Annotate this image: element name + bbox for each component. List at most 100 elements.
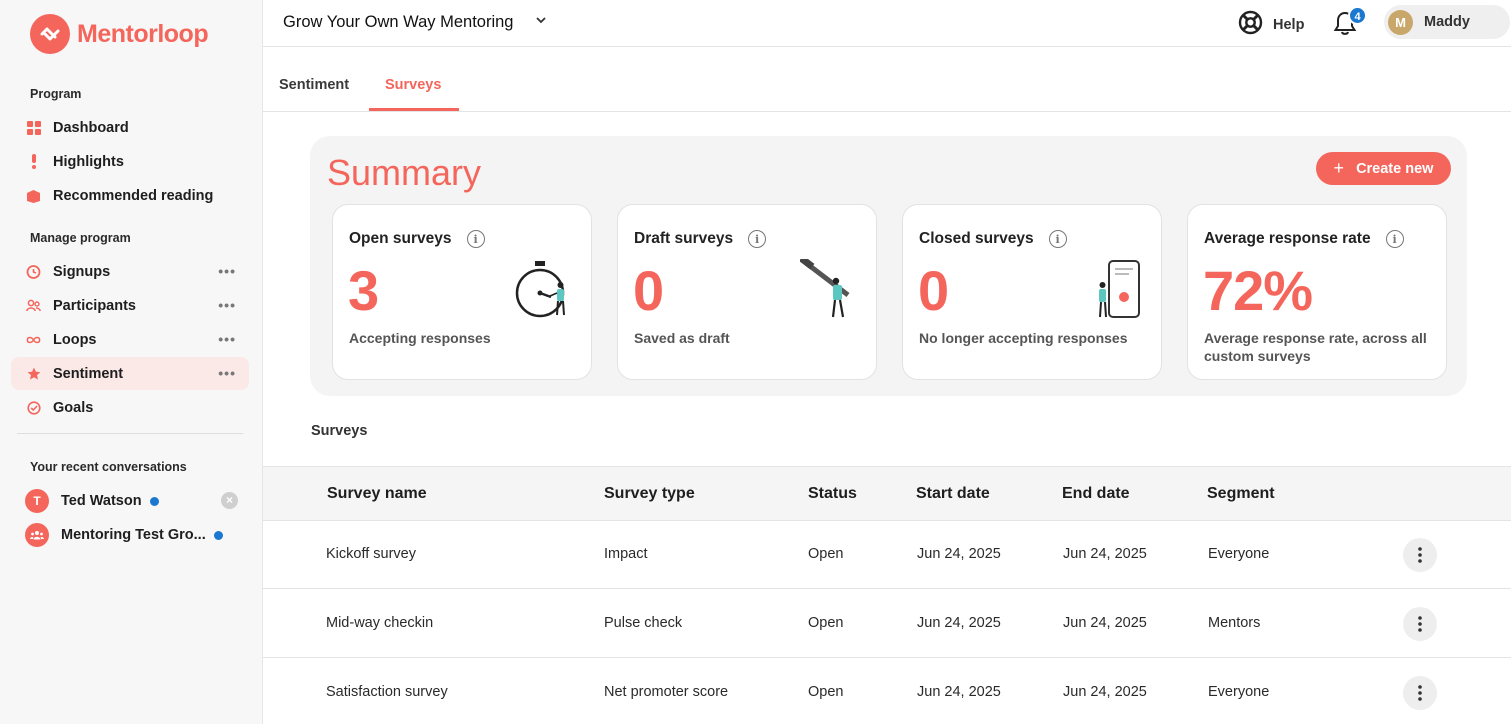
survey-end-date: Jun 24, 2025 bbox=[1063, 684, 1147, 700]
draft-surveys-count: 0 bbox=[633, 259, 664, 322]
help-button[interactable]: Help bbox=[1238, 10, 1304, 40]
card-title: Average response rate bbox=[1204, 230, 1371, 247]
card-subtitle: Accepting responses bbox=[349, 330, 491, 346]
survey-name[interactable]: Mid-way checkin bbox=[326, 615, 433, 631]
more-options-icon[interactable]: ••• bbox=[218, 365, 236, 381]
avatar: T bbox=[25, 489, 49, 513]
more-options-icon[interactable]: ••• bbox=[218, 331, 236, 347]
closed-surveys-count: 0 bbox=[918, 259, 949, 322]
program-title[interactable]: Grow Your Own Way Mentoring bbox=[283, 13, 513, 32]
row-actions-button[interactable] bbox=[1403, 538, 1437, 572]
unread-dot bbox=[149, 496, 159, 506]
participants-icon bbox=[26, 298, 41, 313]
unread-dot bbox=[213, 530, 223, 540]
group-avatar-icon bbox=[25, 523, 49, 547]
card-title: Draft surveys bbox=[634, 230, 734, 247]
survey-segment: Everyone bbox=[1208, 546, 1270, 562]
card-title: Closed surveys bbox=[919, 230, 1034, 247]
more-options-icon[interactable]: ••• bbox=[218, 263, 236, 279]
row-actions-button[interactable] bbox=[1403, 676, 1437, 710]
column-header[interactable]: Survey type bbox=[604, 485, 695, 503]
surveys-section-label: Surveys bbox=[311, 423, 368, 439]
survey-name[interactable]: Satisfaction survey bbox=[326, 684, 448, 700]
survey-type: Net promoter score bbox=[604, 684, 729, 700]
sidebar-item-label: Signups bbox=[53, 263, 111, 280]
survey-status: Open bbox=[808, 684, 844, 700]
info-icon[interactable]: i bbox=[466, 230, 485, 248]
sidebar-item-recommended-reading[interactable]: Recommended reading bbox=[11, 179, 249, 212]
conversation-name: Mentoring Test Gro... bbox=[61, 527, 206, 543]
sidebar-item-label: Goals bbox=[53, 399, 94, 416]
create-new-button[interactable]: + Create new bbox=[1316, 152, 1451, 185]
survey-status: Open bbox=[808, 615, 844, 631]
survey-status: Open bbox=[808, 546, 844, 562]
info-icon[interactable]: i bbox=[748, 230, 767, 248]
summary-panel: Summary + Create new Open surveys i 3 Ac… bbox=[310, 136, 1467, 396]
table-row[interactable]: Satisfaction survey Net promoter score O… bbox=[263, 659, 1511, 724]
section-label-conversations: Your recent conversations bbox=[30, 460, 187, 474]
section-label-program: Program bbox=[30, 87, 82, 101]
signup-icon bbox=[26, 264, 41, 279]
closed-surveys-card: Closed surveys i 0 No longer accepting r… bbox=[902, 204, 1162, 380]
open-surveys-count: 3 bbox=[348, 259, 379, 322]
book-icon bbox=[26, 188, 41, 203]
more-vertical-icon bbox=[1418, 547, 1422, 563]
column-header[interactable]: Start date bbox=[916, 485, 990, 503]
column-header[interactable]: End date bbox=[1062, 485, 1130, 503]
table-row[interactable]: Mid-way checkin Pulse check Open Jun 24,… bbox=[263, 590, 1511, 658]
more-vertical-icon bbox=[1418, 616, 1422, 632]
sidebar-item-highlights[interactable]: Highlights bbox=[11, 145, 249, 178]
loops-icon bbox=[26, 332, 41, 347]
conversation-name: Ted Watson bbox=[61, 493, 142, 509]
survey-end-date: Jun 24, 2025 bbox=[1063, 546, 1147, 562]
create-new-label: Create new bbox=[1356, 160, 1434, 177]
dashboard-grid-icon bbox=[26, 120, 41, 135]
sidebar-item-dashboard[interactable]: Dashboard bbox=[11, 111, 249, 144]
card-title-row: Draft surveys i bbox=[634, 230, 767, 248]
sidebar-item-label: Highlights bbox=[53, 153, 124, 170]
card-subtitle: Average response rate, across all custom… bbox=[1204, 330, 1427, 364]
notification-badge: 4 bbox=[1348, 6, 1367, 25]
open-surveys-card: Open surveys i 3 Accepting responses bbox=[332, 204, 592, 380]
survey-name[interactable]: Kickoff survey bbox=[326, 546, 416, 562]
highlight-icon bbox=[26, 154, 41, 169]
logo-mark-icon bbox=[30, 14, 70, 54]
top-bar: Grow Your Own Way Mentoring Help 4 M Mad… bbox=[263, 0, 1511, 47]
phone-illustration-icon bbox=[1099, 260, 1140, 318]
sidebar-item-loops[interactable]: Loops ••• bbox=[11, 323, 249, 356]
sidebar-item-label: Sentiment bbox=[53, 365, 124, 382]
sidebar-item-label: Participants bbox=[53, 297, 136, 314]
card-title-row: Open surveys i bbox=[349, 230, 485, 248]
close-icon[interactable]: × bbox=[221, 492, 238, 509]
plus-icon: + bbox=[1333, 158, 1345, 178]
conversation-mentoring-test-group[interactable]: Mentoring Test Gro... bbox=[25, 522, 250, 548]
info-icon[interactable]: i bbox=[1385, 230, 1404, 248]
user-menu-button[interactable]: M Maddy bbox=[1384, 5, 1510, 39]
conversation-ted-watson[interactable]: T Ted Watson × bbox=[25, 488, 250, 514]
table-row[interactable]: Kickoff survey Impact Open Jun 24, 2025 … bbox=[263, 521, 1511, 589]
table-header: Survey name Survey type Status Start dat… bbox=[263, 466, 1511, 521]
sidebar-item-signups[interactable]: Signups ••• bbox=[11, 255, 249, 288]
survey-start-date: Jun 24, 2025 bbox=[917, 546, 1001, 562]
column-header[interactable]: Status bbox=[808, 485, 857, 503]
survey-segment: Everyone bbox=[1208, 684, 1270, 700]
sidebar-item-participants[interactable]: Participants ••• bbox=[11, 289, 249, 322]
tab-surveys[interactable]: Surveys bbox=[385, 77, 441, 93]
card-title-row: Average response rate i bbox=[1204, 230, 1404, 248]
survey-start-date: Jun 24, 2025 bbox=[917, 684, 1001, 700]
info-icon[interactable]: i bbox=[1048, 230, 1067, 248]
row-actions-button[interactable] bbox=[1403, 607, 1437, 641]
sidebar-divider bbox=[17, 433, 243, 434]
tab-sentiment[interactable]: Sentiment bbox=[279, 77, 349, 93]
help-label: Help bbox=[1273, 17, 1305, 33]
chevron-down-icon[interactable] bbox=[535, 14, 547, 29]
column-header[interactable]: Segment bbox=[1207, 485, 1275, 503]
sidebar-item-sentiment[interactable]: Sentiment ••• bbox=[11, 357, 249, 390]
mentorloop-logo[interactable]: Mentorloop bbox=[30, 14, 209, 54]
card-title-row: Closed surveys i bbox=[919, 230, 1067, 248]
notifications-button[interactable]: 4 bbox=[1331, 6, 1367, 38]
survey-type: Impact bbox=[604, 546, 648, 562]
sidebar-item-goals[interactable]: Goals bbox=[11, 391, 249, 424]
more-options-icon[interactable]: ••• bbox=[218, 297, 236, 313]
column-header[interactable]: Survey name bbox=[327, 485, 427, 503]
